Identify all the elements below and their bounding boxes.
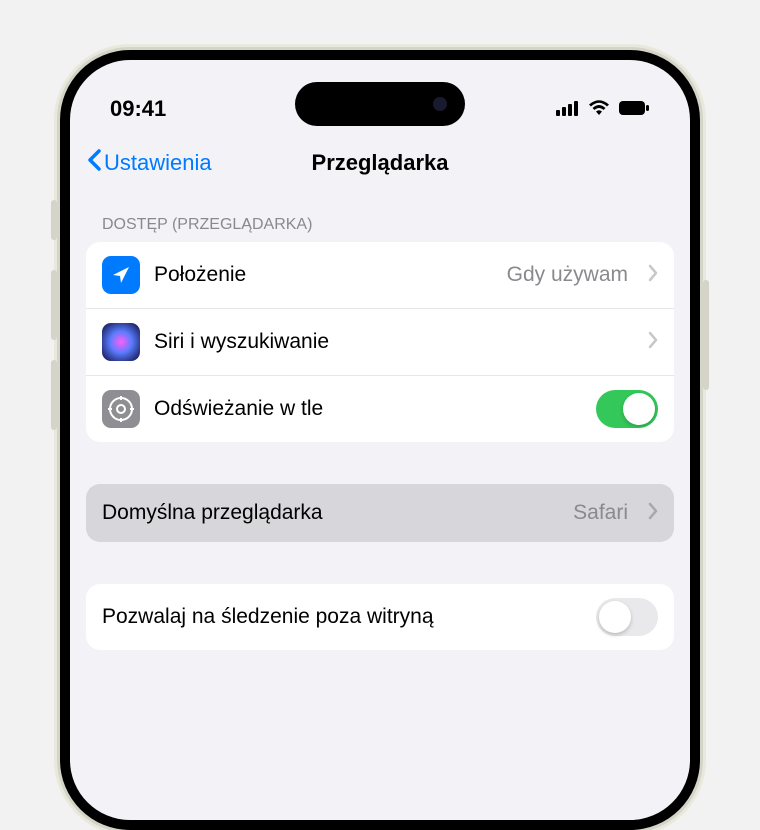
list-group-default-browser: Domyślna przeglądarka Safari bbox=[86, 484, 674, 542]
volume-up-button bbox=[51, 270, 57, 340]
iphone-frame: 09:41 Ustawienia Przeglądarka bbox=[60, 50, 700, 830]
row-siri[interactable]: Siri i wyszukiwanie bbox=[86, 308, 674, 375]
chevron-right-icon bbox=[648, 502, 658, 525]
toggle-background-refresh[interactable] bbox=[596, 390, 658, 428]
back-label: Ustawienia bbox=[104, 150, 212, 176]
row-value: Gdy używam bbox=[507, 263, 628, 287]
screen: 09:41 Ustawienia Przeglądarka bbox=[70, 60, 690, 820]
location-icon bbox=[102, 256, 140, 294]
gear-icon bbox=[102, 390, 140, 428]
row-cross-site-tracking: Pozwalaj na śledzenie poza witryną bbox=[86, 584, 674, 650]
back-button[interactable]: Ustawienia bbox=[86, 148, 212, 178]
row-label: Siri i wyszukiwanie bbox=[154, 330, 628, 354]
row-location[interactable]: Położenie Gdy używam bbox=[86, 242, 674, 308]
chevron-right-icon bbox=[648, 331, 658, 354]
toggle-knob bbox=[599, 601, 631, 633]
navigation-bar: Ustawienia Przeglądarka bbox=[70, 130, 690, 192]
section-header-access: DOSTĘP (PRZEGLĄDARKA) bbox=[70, 192, 690, 242]
row-label: Położenie bbox=[154, 263, 493, 287]
page-title: Przeglądarka bbox=[312, 150, 449, 176]
wifi-icon bbox=[588, 96, 610, 122]
status-time: 09:41 bbox=[110, 96, 166, 122]
row-value: Safari bbox=[573, 501, 628, 525]
list-group-tracking: Pozwalaj na śledzenie poza witryną bbox=[86, 584, 674, 650]
power-button bbox=[703, 280, 709, 390]
row-background-refresh: Odświeżanie w tle bbox=[86, 375, 674, 442]
chevron-left-icon bbox=[86, 148, 102, 178]
row-default-browser[interactable]: Domyślna przeglądarka Safari bbox=[86, 484, 674, 542]
row-label: Pozwalaj na śledzenie poza witryną bbox=[102, 605, 582, 629]
siri-icon bbox=[102, 323, 140, 361]
row-label: Domyślna przeglądarka bbox=[102, 501, 559, 525]
toggle-knob bbox=[623, 393, 655, 425]
side-button bbox=[51, 200, 57, 240]
dynamic-island bbox=[295, 82, 465, 126]
cellular-icon bbox=[556, 96, 580, 122]
toggle-cross-site-tracking[interactable] bbox=[596, 598, 658, 636]
chevron-right-icon bbox=[648, 264, 658, 287]
battery-icon bbox=[618, 96, 650, 122]
volume-down-button bbox=[51, 360, 57, 430]
list-group-access: Położenie Gdy używam Siri i wyszukiwanie… bbox=[86, 242, 674, 442]
row-label: Odświeżanie w tle bbox=[154, 397, 582, 421]
